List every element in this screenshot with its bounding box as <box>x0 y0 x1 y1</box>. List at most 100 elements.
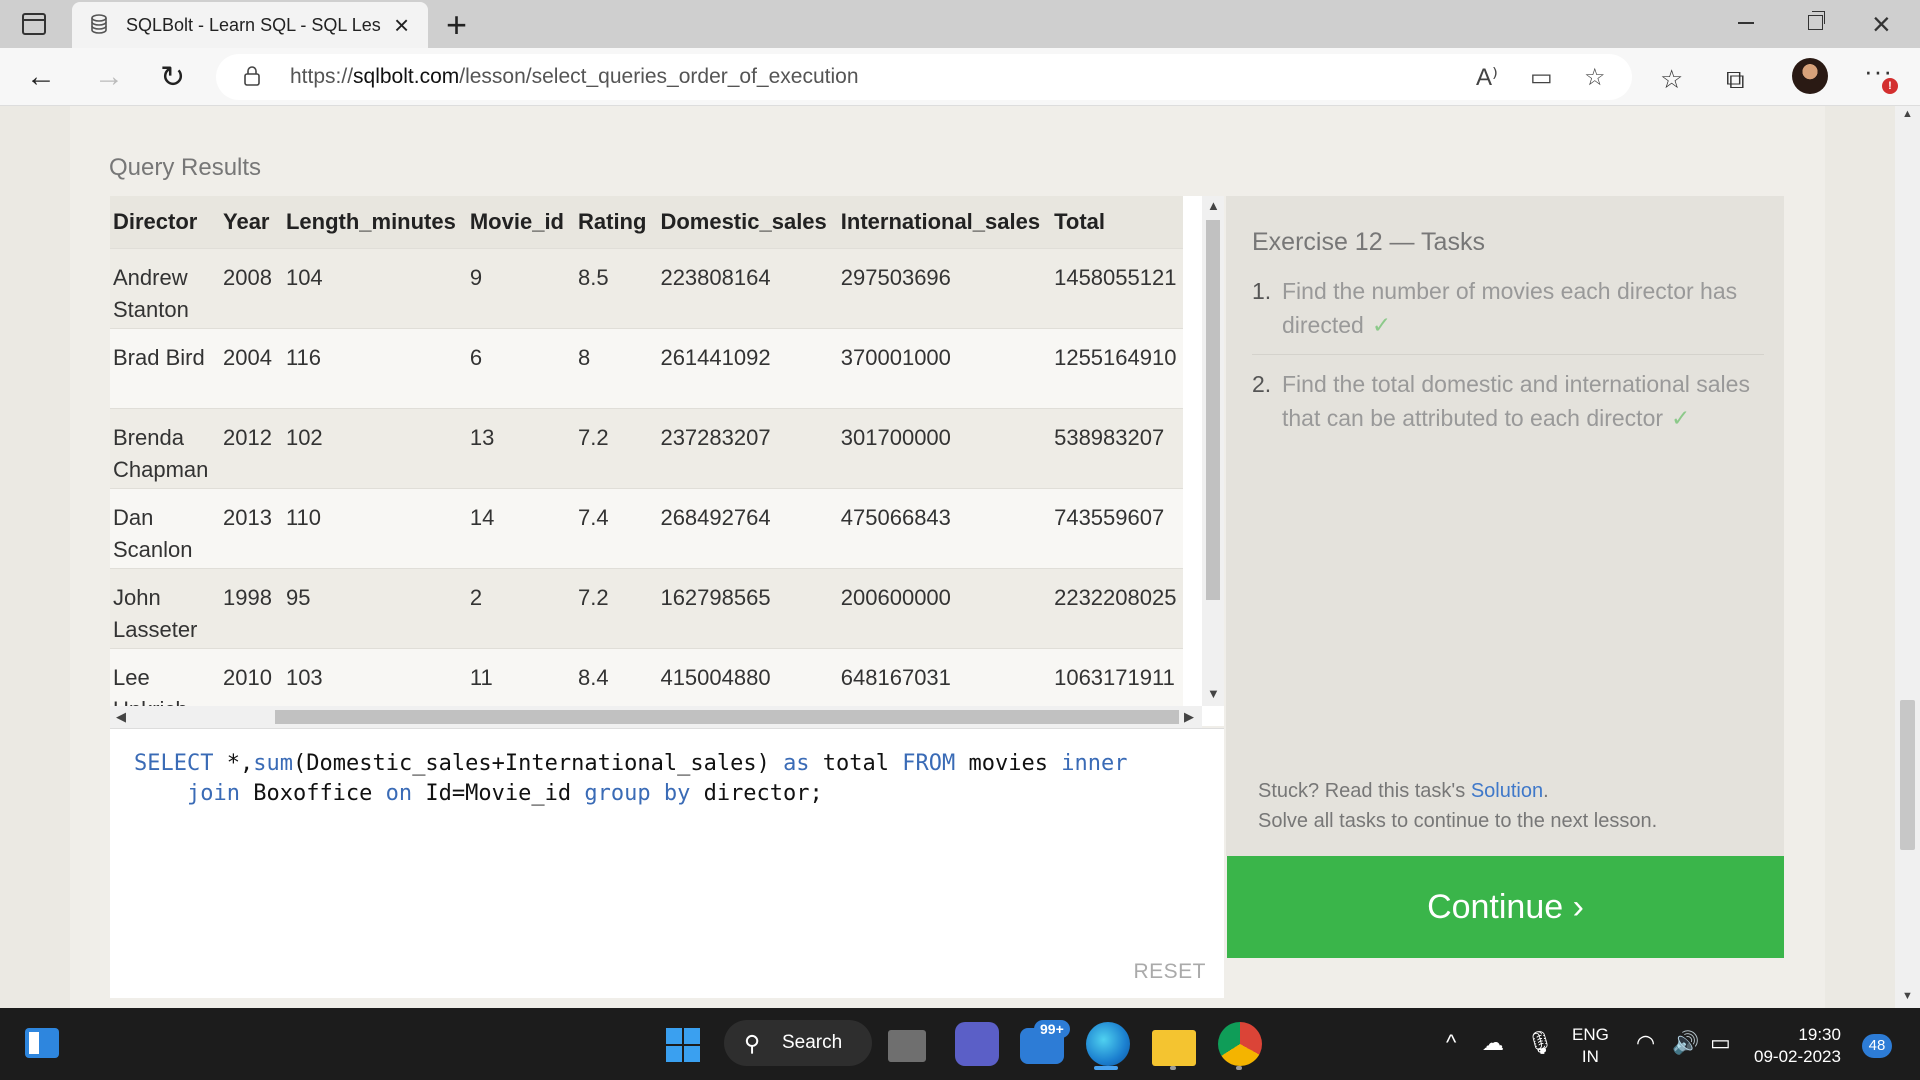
page-content: Query Results Director Year Length_minut… <box>0 106 1920 1008</box>
language-indicator[interactable]: ENG IN <box>1572 1024 1609 1068</box>
table-cell: Dan Scanlon <box>110 487 216 568</box>
results-vertical-scrollbar[interactable]: ▲ ▼ <box>1202 196 1224 706</box>
query-results-table-container: Director Year Length_minutes Movie_id Ra… <box>110 196 1224 726</box>
url-field[interactable]: https://sqlbolt.com/lesson/select_querie… <box>216 54 1632 100</box>
start-icon[interactable] <box>666 1028 700 1062</box>
onedrive-icon[interactable]: ☁ <box>1482 1030 1504 1056</box>
widgets-icon[interactable] <box>25 1028 59 1058</box>
table-cell: 162798565 <box>653 567 834 648</box>
window-close-icon[interactable]: × <box>1872 6 1891 43</box>
checkmark-icon: ✓ <box>1371 312 1392 338</box>
checkmark-icon: ✓ <box>1671 405 1691 431</box>
table-cell: 7.2 <box>571 407 654 488</box>
page-scroll-up-icon[interactable]: ▲ <box>1902 108 1913 120</box>
query-results-heading: Query Results <box>109 154 262 181</box>
results-vertical-scroll-thumb[interactable] <box>1206 220 1220 600</box>
table-row: Brad Bird 2004 116 6 8 261441092 3700010… <box>110 327 1184 408</box>
browser-tab[interactable]: SQLBolt - Learn SQL - SQL Lesso × <box>72 2 428 48</box>
table-cell: 370001000 <box>833 327 1048 408</box>
url-host: sqlbolt.com <box>353 65 460 88</box>
restore-icon[interactable] <box>1808 11 1825 30</box>
table-cell: 261441092 <box>653 327 834 408</box>
system-clock[interactable]: 19:30 09-02-2023 <box>1754 1024 1841 1068</box>
add-favorite-icon[interactable]: ☆ <box>1584 63 1606 92</box>
table-cell: 13 <box>462 407 571 488</box>
scroll-up-arrow-icon[interactable]: ▲ <box>1207 198 1220 213</box>
tab-bar: SQLBolt - Learn SQL - SQL Lesso × + × <box>0 0 1920 48</box>
refresh-icon[interactable]: ↻ <box>160 60 185 95</box>
column-header: Director <box>110 196 216 248</box>
new-tab-icon[interactable]: + <box>446 4 467 46</box>
scroll-down-arrow-icon[interactable]: ▼ <box>1207 686 1220 701</box>
read-aloud-icon[interactable]: A⁾ <box>1476 63 1498 92</box>
scroll-left-arrow-icon[interactable]: ◀ <box>116 709 126 725</box>
volume-icon[interactable]: 🔊 <box>1672 1030 1699 1056</box>
immersive-reader-icon[interactable]: ▭ <box>1530 63 1553 92</box>
task-view-icon[interactable] <box>888 1030 926 1062</box>
minimize-icon[interactable] <box>1738 22 1754 24</box>
task-item: 1. Find the number of movies each direct… <box>1252 274 1764 355</box>
microphone-icon[interactable]: 🎙 <box>1526 1030 1554 1056</box>
task-text: Find the number of movies each director … <box>1282 278 1738 338</box>
running-app-indicator <box>1170 1066 1176 1070</box>
table-row: Dan Scanlon 2013 110 14 7.4 268492764 47… <box>110 487 1184 568</box>
table-cell: 102 <box>278 407 463 488</box>
battery-icon[interactable]: ▭ <box>1710 1030 1731 1056</box>
results-horizontal-scroll-thumb[interactable] <box>275 710 1179 724</box>
solution-link[interactable]: Solution <box>1471 780 1543 802</box>
file-explorer-icon[interactable] <box>1152 1030 1196 1066</box>
page-scroll-thumb[interactable] <box>1900 700 1915 850</box>
table-cell: 2008 <box>216 247 279 328</box>
edge-browser-icon[interactable] <box>1086 1022 1130 1066</box>
table-cell: 110 <box>278 487 463 568</box>
page-scrollbar[interactable]: ▲ ▼ <box>1895 106 1920 1008</box>
column-header: International_sales <box>833 196 1048 248</box>
column-header: Rating <box>571 196 654 248</box>
table-cell: Brenda Chapman <box>110 407 216 488</box>
taskbar: ⚲ Search 99+ ^ ☁ 🎙 ENG IN ◠ 🔊 ▭ 19:30 09… <box>0 1008 1920 1080</box>
sql-editor[interactable]: SELECT *,sum(Domestic_sales+Internationa… <box>110 728 1224 998</box>
teams-chat-icon[interactable] <box>955 1022 999 1066</box>
url-prefix: https:// <box>290 65 354 88</box>
table-cell: 538983207 <box>1047 407 1184 488</box>
reset-button[interactable]: RESET <box>1133 960 1206 984</box>
back-arrow-icon[interactable]: ← <box>26 60 56 94</box>
wifi-icon[interactable]: ◠ <box>1636 1030 1655 1056</box>
column-header: Total <box>1047 196 1184 248</box>
chrome-browser-icon[interactable] <box>1218 1022 1262 1066</box>
table-cell: 237283207 <box>653 407 834 488</box>
help-text: Stuck? Read this task's Solution. Solve … <box>1258 776 1657 836</box>
task-number: 1. <box>1252 278 1272 304</box>
notification-count[interactable]: 48 <box>1862 1034 1892 1058</box>
table-cell: 1998 <box>216 567 279 648</box>
tasks-panel: Exercise 12 — Tasks 1. Find the number o… <box>1226 196 1784 856</box>
page-scroll-down-icon[interactable]: ▼ <box>1902 990 1913 1002</box>
profile-avatar[interactable] <box>1792 58 1828 94</box>
stuck-text: Stuck? Read this task's <box>1258 780 1471 802</box>
show-hidden-icons-icon[interactable]: ^ <box>1446 1030 1456 1056</box>
clock-time: 19:30 <box>1798 1025 1841 1044</box>
results-horizontal-scrollbar[interactable]: ◀ ▶ <box>110 706 1202 728</box>
tab-actions-icon[interactable] <box>22 13 46 35</box>
table-cell: 223808164 <box>653 247 834 328</box>
database-icon <box>91 14 107 34</box>
table-cell: 2 <box>462 567 571 648</box>
table-cell: 6 <box>462 327 571 408</box>
task-item: 2. Find the total domestic and internati… <box>1252 367 1764 447</box>
search-label: Search <box>782 1032 843 1053</box>
continue-button[interactable]: Continue › <box>1227 856 1784 958</box>
table-cell: 14 <box>462 487 571 568</box>
lang-line1: ENG <box>1572 1025 1609 1044</box>
collections-icon[interactable]: ⧉ <box>1726 64 1745 96</box>
sql-code[interactable]: SELECT *,sum(Domestic_sales+Internationa… <box>134 749 1127 809</box>
close-tab-icon[interactable]: × <box>394 10 409 41</box>
table-cell: 104 <box>278 247 463 328</box>
forward-arrow-icon[interactable]: → <box>94 60 124 94</box>
running-app-indicator <box>1236 1066 1242 1070</box>
scroll-right-arrow-icon[interactable]: ▶ <box>1184 709 1194 725</box>
table-row: Andrew Stanton 2008 104 9 8.5 223808164 … <box>110 247 1184 328</box>
taskbar-search-button[interactable]: ⚲ Search <box>724 1020 872 1066</box>
table-cell: 297503696 <box>833 247 1048 328</box>
favorites-icon[interactable]: ☆ <box>1660 64 1683 95</box>
tab-title: SQLBolt - Learn SQL - SQL Lesso <box>126 15 381 35</box>
